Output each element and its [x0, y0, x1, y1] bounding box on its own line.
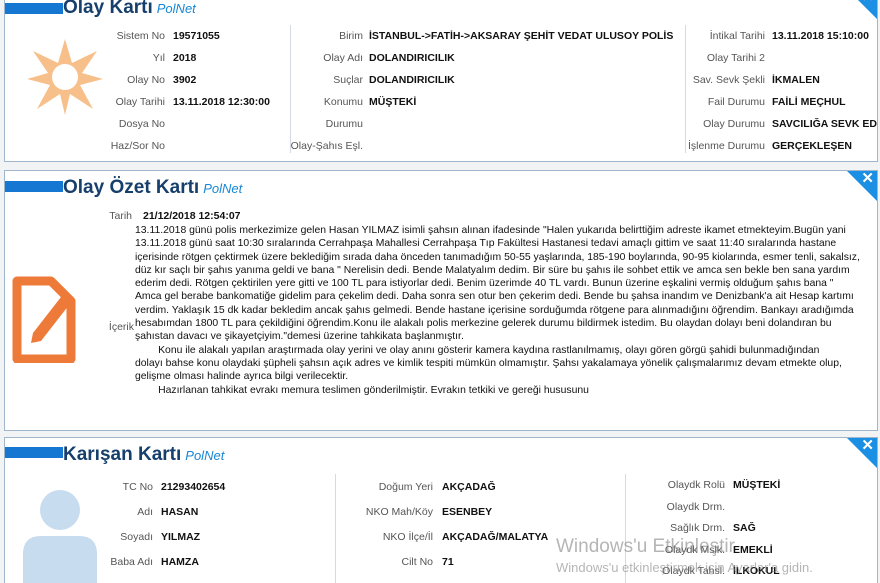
field-label: İntikal Tarihi — [709, 30, 765, 42]
field-label: Baba Adı — [110, 556, 153, 568]
field-label: Durumu — [325, 118, 363, 130]
brand-label: PolNet — [185, 448, 225, 463]
field-label: Doğum Yeri — [378, 481, 433, 493]
card-accent-bar — [5, 3, 63, 14]
field-value: FAİLİ MEÇHUL — [772, 96, 846, 108]
field-label: Yıl — [152, 52, 165, 64]
field-label: Konumu — [323, 96, 363, 108]
olay-karti-card: Olay KartıPolNet ✕ Sistem No19571055Yıl2… — [4, 0, 878, 162]
field-value: HASAN — [161, 506, 199, 518]
close-icon[interactable]: ✕ — [861, 438, 874, 453]
field-label: Sistem No — [116, 30, 165, 42]
field-value: SAVCILIĞA SEVK EDİLDİ — [772, 118, 877, 130]
card-title: Olay Kartı PolNet — [63, 0, 196, 19]
card-title-text: Karışan Kartı — [63, 444, 182, 465]
field-label: Olay No — [127, 74, 165, 86]
column-divider — [290, 25, 291, 153]
field-label: Olay Adı — [323, 52, 363, 64]
field-value: İKMALEN — [772, 74, 820, 86]
field-label: Cilt No — [401, 556, 433, 568]
field-label: Olay Durumu — [703, 118, 765, 130]
field-label: Suçlar — [333, 74, 363, 86]
field-value: MÜŞTEKİ — [369, 96, 417, 108]
card-title: Karışan Kartı PolNet — [63, 444, 224, 466]
field-label: Sav. Sevk Şekli — [692, 74, 765, 86]
field-label: TC No — [122, 481, 153, 493]
brand-label: PolNet — [203, 181, 243, 196]
field-label: Haz/Sor No — [110, 140, 165, 152]
card-title-text: Olay Özet Kartı — [63, 177, 200, 198]
activation-watermark-text: Windows'u etkinleştirmek için Ayarlar'a … — [556, 560, 813, 575]
tarih-label: Tarih — [109, 210, 132, 222]
field-value: AKÇADAĞ — [442, 481, 496, 493]
field-label: Olaydk Rolü — [667, 479, 725, 491]
field-label: Olay Tarihi — [115, 96, 165, 108]
field-value: HAMZA — [161, 556, 199, 568]
activation-watermark-title: Windows'u Etkinleştir — [556, 536, 735, 557]
field-label: Dosya No — [118, 118, 165, 130]
document-edit-icon — [12, 276, 76, 363]
field-label: Soyadı — [120, 531, 153, 543]
column-divider — [335, 474, 336, 583]
close-button[interactable]: ✕ — [847, 0, 877, 19]
card-title-text: Olay Kartı — [63, 0, 153, 18]
field-label: NKO Mah/Köy — [365, 506, 433, 518]
card-title: Olay Özet Kartı PolNet — [63, 177, 242, 199]
column-divider — [685, 25, 686, 153]
field-label: Olay-Şahıs Eşl. — [290, 140, 363, 152]
field-label: Birim — [339, 30, 363, 42]
field-value: GERÇEKLEŞEN — [772, 140, 852, 152]
field-value: MÜŞTEKİ — [733, 479, 781, 491]
field-value: DOLANDIRICILIK — [369, 74, 455, 86]
tarih-value: 21/12/2018 12:54:07 — [143, 210, 241, 222]
icerik-label: İçerik — [108, 321, 134, 333]
field-value: YILMAZ — [161, 531, 201, 543]
field-label: Olay Tarihi 2 — [706, 52, 765, 64]
field-value: 13.11.2018 15:10:00 — [772, 30, 869, 42]
field-value: EMEKLİ — [733, 543, 773, 556]
field-value: 21293402654 — [161, 481, 226, 493]
close-button[interactable]: ✕ — [847, 438, 877, 468]
field-label: NKO İlçe/İl — [382, 531, 433, 543]
icerik-text: 13.11.2018 günü polis merkezimize gelen … — [135, 225, 860, 396]
field-label: Sağlık Drm. — [670, 522, 725, 534]
field-label: Fail Durumu — [707, 96, 765, 108]
close-icon[interactable]: ✕ — [861, 0, 874, 4]
card-accent-bar — [5, 181, 63, 192]
field-value: DOLANDIRICILIK — [369, 52, 455, 64]
field-value: SAĞ — [733, 522, 756, 534]
card-accent-bar — [5, 447, 63, 458]
field-value: İSTANBUL->FATİH->AKSARAY ŞEHİT VEDAT ULU… — [369, 30, 675, 42]
brand-label: PolNet — [156, 1, 196, 16]
field-label: Adı — [137, 506, 153, 518]
field-label: İşlenme Durumu — [687, 140, 765, 152]
close-icon[interactable]: ✕ — [861, 171, 874, 186]
field-value: ESENBEY — [442, 506, 493, 518]
close-button[interactable]: ✕ — [847, 171, 877, 201]
field-label: Olaydk Drm. — [666, 500, 725, 513]
